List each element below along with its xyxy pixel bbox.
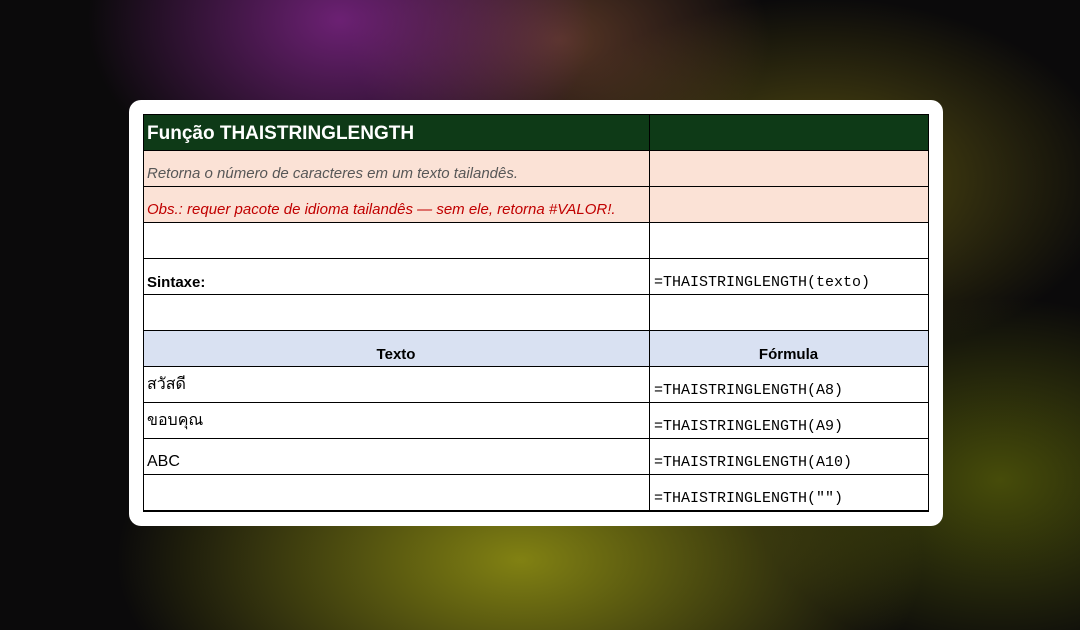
table-row: ABC =THAISTRINGLENGTH(A10) bbox=[144, 439, 928, 475]
blank-cell[interactable] bbox=[144, 295, 650, 330]
syntax-row: Sintaxe: =THAISTRINGLENGTH(texto) bbox=[144, 259, 928, 295]
column-header-row: Texto Fórmula bbox=[144, 331, 928, 367]
note-row: Obs.: requer pacote de idioma tailandês … bbox=[144, 187, 928, 223]
text-cell[interactable]: ABC bbox=[144, 439, 650, 474]
formula-cell[interactable]: =THAISTRINGLENGTH(A8) bbox=[650, 367, 928, 402]
blank-cell[interactable] bbox=[650, 223, 928, 258]
blank-cell[interactable] bbox=[144, 223, 650, 258]
title-cell[interactable]: Função THAISTRINGLENGTH bbox=[144, 115, 650, 150]
formula-cell[interactable]: =THAISTRINGLENGTH(A10) bbox=[650, 439, 928, 474]
syntax-value-cell[interactable]: =THAISTRINGLENGTH(texto) bbox=[650, 259, 928, 294]
formula-cell[interactable]: =THAISTRINGLENGTH(A9) bbox=[650, 403, 928, 438]
header-text-cell[interactable]: Texto bbox=[144, 331, 650, 366]
description-cell[interactable]: Retorna o número de caracteres em um tex… bbox=[144, 151, 650, 186]
title-empty-cell[interactable] bbox=[650, 115, 928, 150]
content-card: Função THAISTRINGLENGTH Retorna o número… bbox=[129, 100, 943, 526]
table-row: ขอบคุณ =THAISTRINGLENGTH(A9) bbox=[144, 403, 928, 439]
syntax-label-cell[interactable]: Sintaxe: bbox=[144, 259, 650, 294]
blank-cell[interactable] bbox=[650, 295, 928, 330]
note-cell[interactable]: Obs.: requer pacote de idioma tailandês … bbox=[144, 187, 650, 222]
spreadsheet-table: Função THAISTRINGLENGTH Retorna o número… bbox=[143, 114, 929, 512]
header-formula-cell[interactable]: Fórmula bbox=[650, 331, 928, 366]
note-empty-cell[interactable] bbox=[650, 187, 928, 222]
page-background: { "sheet": { "title": "Função THAISTRING… bbox=[0, 0, 1080, 630]
blank-row-1 bbox=[144, 223, 928, 259]
table-row: สวัสดี =THAISTRINGLENGTH(A8) bbox=[144, 367, 928, 403]
description-empty-cell[interactable] bbox=[650, 151, 928, 186]
text-cell[interactable]: ขอบคุณ bbox=[144, 403, 650, 438]
description-row: Retorna o número de caracteres em um tex… bbox=[144, 151, 928, 187]
text-cell[interactable]: สวัสดี bbox=[144, 367, 650, 402]
formula-cell[interactable]: =THAISTRINGLENGTH("") bbox=[650, 475, 928, 510]
text-cell[interactable] bbox=[144, 475, 650, 510]
blank-row-2 bbox=[144, 295, 928, 331]
title-row: Função THAISTRINGLENGTH bbox=[144, 115, 928, 151]
table-row: =THAISTRINGLENGTH("") bbox=[144, 475, 928, 510]
